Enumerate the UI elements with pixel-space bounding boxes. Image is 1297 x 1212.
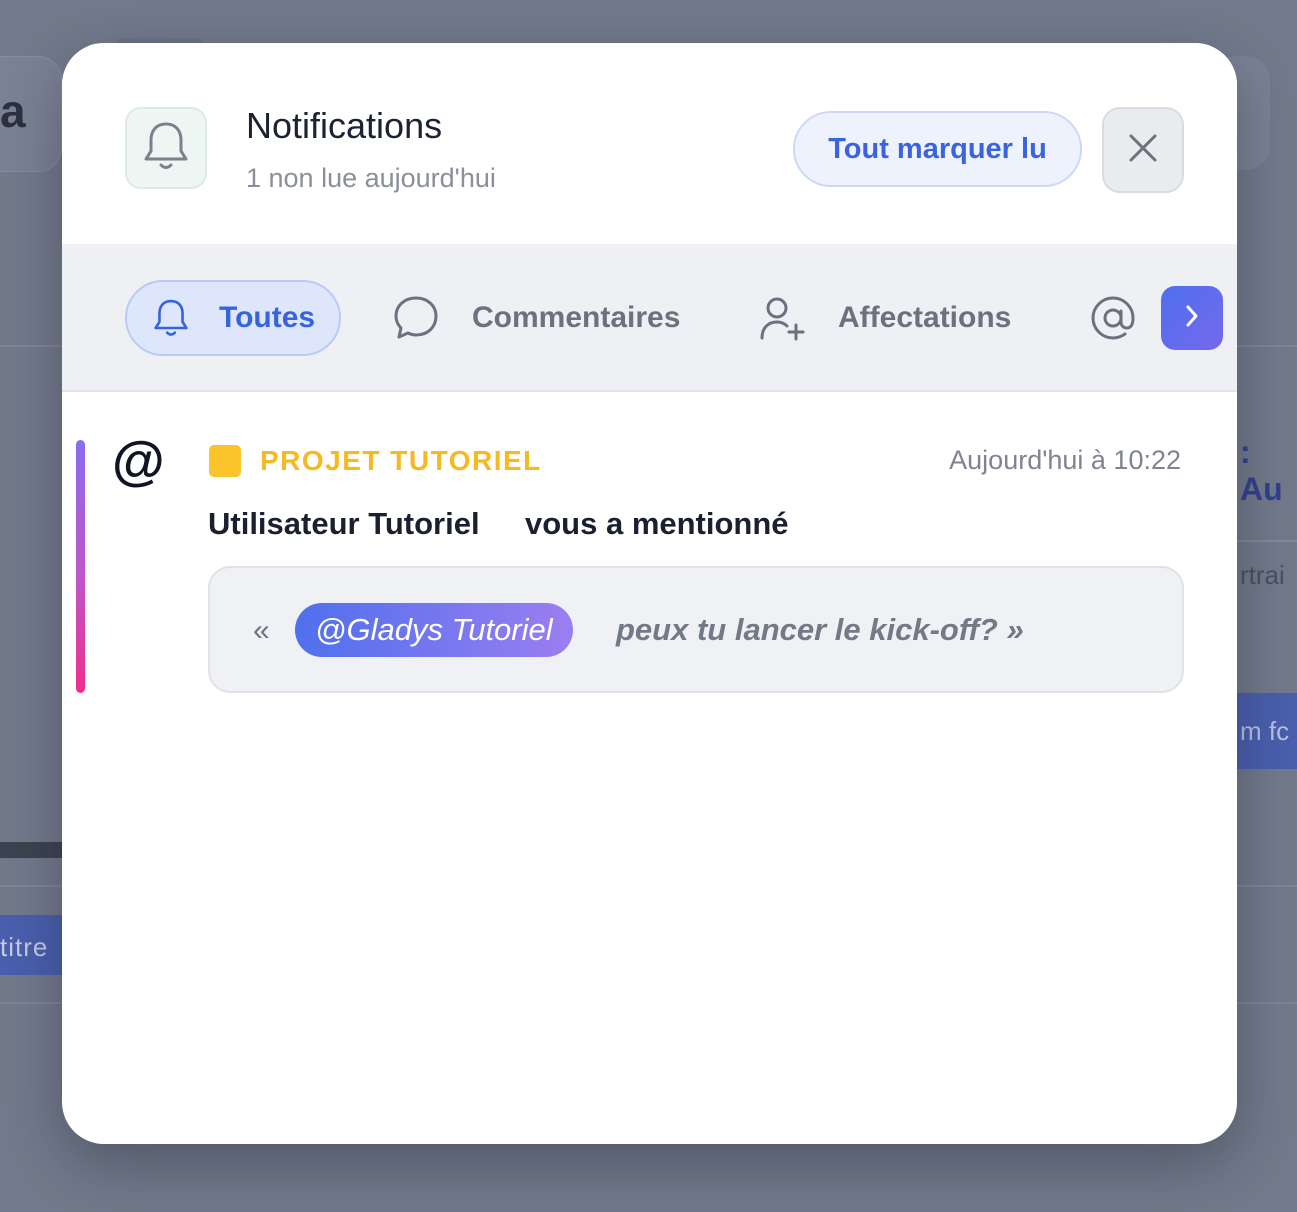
background-left-letter: a bbox=[0, 85, 26, 137]
mention-type-icon: @ bbox=[112, 431, 165, 491]
background-bar bbox=[0, 842, 62, 858]
tab-mentions[interactable] bbox=[1088, 280, 1138, 356]
close-icon bbox=[1128, 133, 1158, 168]
close-button[interactable] bbox=[1102, 107, 1184, 193]
project-name: PROJET TUTORIEL bbox=[260, 445, 542, 476]
tab-label: Toutes bbox=[219, 301, 316, 334]
notification-item[interactable]: @ PROJET TUTORIEL Aujourd'hui à 10:22 Ut… bbox=[62, 392, 1237, 722]
background-button-label: m fc bbox=[1240, 716, 1290, 746]
bell-icon bbox=[147, 294, 195, 342]
comment-icon bbox=[392, 294, 440, 342]
background-faded-text: rtrai bbox=[1240, 560, 1285, 590]
project-color-swatch bbox=[209, 445, 241, 477]
background-button-label: titre bbox=[0, 932, 49, 962]
modal-header: Notifications 1 non lue aujourd'hui Tout… bbox=[62, 43, 1237, 244]
background-divider bbox=[1237, 540, 1297, 542]
tab-all[interactable]: Toutes bbox=[125, 280, 341, 356]
tab-label: Commentaires bbox=[472, 301, 681, 334]
at-icon bbox=[1089, 294, 1137, 342]
tabs-scroll-next-button[interactable] bbox=[1161, 286, 1223, 350]
unread-indicator bbox=[76, 440, 85, 693]
header-icon-box bbox=[125, 107, 207, 189]
background-right-label: : Au bbox=[1240, 434, 1283, 507]
mark-all-read-button[interactable]: Tout marquer lu bbox=[793, 111, 1082, 187]
mention-chip[interactable]: @Gladys Tutoriel bbox=[295, 603, 573, 657]
notification-quote: « @Gladys Tutoriel peux tu lancer le kic… bbox=[208, 566, 1184, 693]
tab-comments[interactable]: Commentaires bbox=[392, 280, 680, 356]
notification-action: vous a mentionné bbox=[525, 506, 789, 541]
modal-title: Notifications bbox=[246, 105, 443, 146]
chevron-right-icon bbox=[1182, 303, 1202, 334]
bell-icon bbox=[140, 118, 192, 179]
notification-actor: Utilisateur Tutoriel bbox=[208, 506, 480, 541]
tab-label: Affectations bbox=[838, 301, 1012, 334]
quote-open-mark: « bbox=[253, 614, 270, 647]
user-plus-icon bbox=[758, 294, 806, 342]
notifications-modal: Notifications 1 non lue aujourd'hui Tout… bbox=[62, 43, 1237, 1144]
quote-text: peux tu lancer le kick-off? » bbox=[616, 612, 1024, 647]
modal-subtitle: 1 non lue aujourd'hui bbox=[246, 163, 496, 193]
notification-tabs: Toutes Commentaires Affectations bbox=[62, 244, 1237, 392]
notification-time: Aujourd'hui à 10:22 bbox=[949, 445, 1181, 475]
tab-assignments[interactable]: Affectations bbox=[758, 280, 1011, 356]
